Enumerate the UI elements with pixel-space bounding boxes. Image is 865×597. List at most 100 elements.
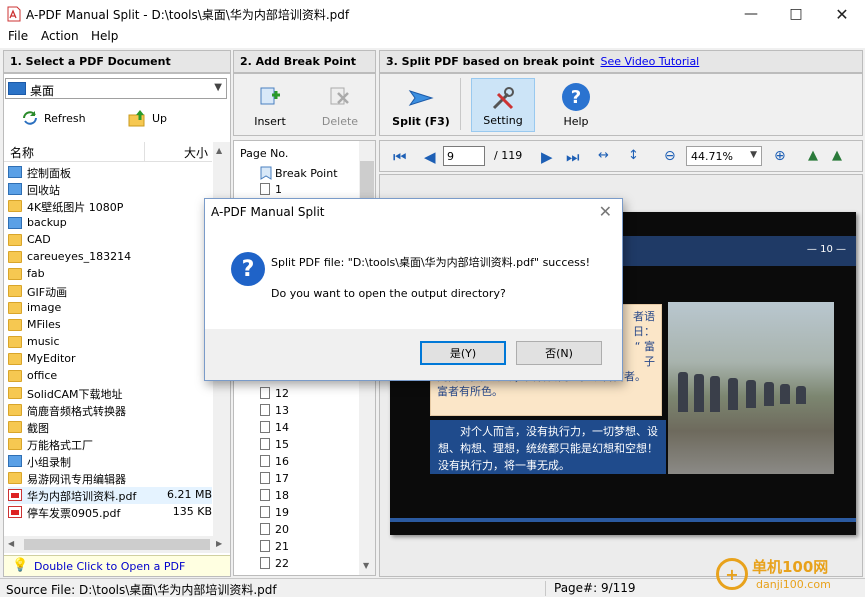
file-list-item[interactable]: office: [8, 368, 212, 385]
file-list-header: 名称 大小: [4, 142, 212, 162]
page-icon: [260, 455, 270, 467]
file-list-item[interactable]: MFiles: [8, 317, 212, 334]
previous-page-icon[interactable]: ◀: [424, 148, 436, 166]
delete-icon: [330, 87, 349, 105]
zoom-select[interactable]: 44.71% ▼: [686, 146, 762, 166]
slide-blue-box: 对个人而言，没有执行力，一切梦想、设 想、构想、理想，统统都只能是幻想和空想！ …: [430, 420, 666, 474]
scroll-down-icon[interactable]: ▼: [363, 561, 369, 570]
page-list-item[interactable]: 19: [260, 506, 289, 523]
close-button[interactable]: ✕: [819, 0, 865, 28]
toolbar-divider: [460, 78, 461, 130]
fit-height-icon[interactable]: ↕: [628, 148, 639, 163]
horizontal-scroll-thumb[interactable]: [24, 539, 210, 550]
video-tutorial-link[interactable]: See Video Tutorial: [600, 55, 699, 68]
last-page-icon[interactable]: ⏭: [566, 148, 580, 166]
file-name: 停车发票0905.pdf: [27, 507, 121, 520]
fit-width-icon[interactable]: ↔: [598, 148, 609, 163]
file-list-item[interactable]: CAD: [8, 232, 212, 249]
column-name[interactable]: 名称: [10, 144, 34, 161]
up-button[interactable]: Up: [128, 108, 167, 128]
help-button[interactable]: ? Help: [548, 78, 604, 132]
page-list-item[interactable]: 20: [260, 523, 289, 540]
scroll-left-icon[interactable]: ◀: [8, 539, 14, 548]
file-list-item[interactable]: 截图: [8, 419, 212, 436]
column-size[interactable]: 大小: [184, 144, 208, 161]
refresh-button[interactable]: Refresh: [20, 109, 86, 127]
file-list-item[interactable]: careueyes_183214: [8, 249, 212, 266]
file-list-item[interactable]: fab: [8, 266, 212, 283]
file-list-horizontal-scrollbar[interactable]: ◀ ▶: [4, 536, 230, 553]
yes-button[interactable]: 是(Y): [420, 341, 506, 365]
split-button[interactable]: Split (F3): [388, 78, 454, 132]
system-folder-icon: [8, 455, 22, 467]
blue-line: 想、构想、理想，统统都只能是幻想和空想！: [438, 442, 658, 455]
dialog-close-icon[interactable]: ✕: [599, 202, 612, 221]
panel1-header: 1. Select a PDF Document: [3, 50, 231, 73]
file-list-item[interactable]: GIF动画: [8, 283, 212, 300]
page-list-item[interactable]: 12: [260, 387, 289, 404]
no-button[interactable]: 否(N): [516, 341, 602, 365]
file-list-item[interactable]: MyEditor: [8, 351, 212, 368]
page-list-item[interactable]: 21: [260, 540, 289, 557]
scroll-right-icon[interactable]: ▶: [216, 539, 222, 548]
page-number-input[interactable]: 9: [443, 146, 485, 166]
minimize-button[interactable]: —: [728, 0, 774, 28]
file-list-item[interactable]: music: [8, 334, 212, 351]
folder-icon: [8, 319, 22, 331]
file-list-item[interactable]: 简鹿音频格式转换器: [8, 402, 212, 419]
page-list-item[interactable]: 15: [260, 438, 289, 455]
file-list-item[interactable]: 控制面板: [8, 164, 212, 181]
refresh-icon: [23, 111, 37, 125]
insert-button[interactable]: Insert: [250, 84, 290, 128]
file-list-item[interactable]: backup: [8, 215, 212, 232]
delete-button[interactable]: Delete: [320, 84, 360, 128]
menu-file[interactable]: File: [8, 29, 28, 43]
maximize-button[interactable]: □: [773, 0, 819, 28]
file-list-item[interactable]: 华为内部培训资料.pdf 6.21 MB: [8, 487, 212, 504]
folder-icon: [8, 370, 22, 382]
file-list-item[interactable]: 回收站: [8, 181, 212, 198]
page-list-item[interactable]: 17: [260, 472, 289, 489]
file-list-item[interactable]: 小组录制: [8, 453, 212, 470]
file-name: careueyes_183214: [27, 250, 132, 263]
bookmark-icon: [260, 166, 272, 180]
zoom-in-icon[interactable]: ⊕: [774, 148, 786, 164]
rotate-right-icon[interactable]: ▲: [832, 148, 842, 163]
file-name: 万能格式工厂: [27, 439, 93, 452]
page-number: 21: [275, 540, 289, 553]
zoom-out-icon[interactable]: ⊖: [664, 148, 676, 164]
file-list-item[interactable]: 万能格式工厂: [8, 436, 212, 453]
file-list-item[interactable]: 4K壁纸图片 1080P: [8, 198, 212, 215]
page-icon: [260, 489, 270, 501]
insert-label: Insert: [254, 115, 286, 128]
menu-help[interactable]: Help: [91, 29, 118, 43]
file-name: 华为内部培训资料.pdf: [27, 490, 137, 503]
file-list-item[interactable]: SolidCAM下载地址: [8, 385, 212, 402]
page-number: 14: [275, 421, 289, 434]
file-name: 易游网讯专用编辑器: [27, 473, 126, 486]
location-dropdown[interactable]: 桌面 ▼: [5, 78, 227, 99]
file-size: 6.21 MB: [166, 488, 212, 501]
page-list-item[interactable]: 18: [260, 489, 289, 506]
file-list-item[interactable]: 易游网讯专用编辑器: [8, 470, 212, 487]
page-list-item[interactable]: 14: [260, 421, 289, 438]
file-name: GIF动画: [27, 286, 68, 299]
rotate-left-icon[interactable]: ▲: [808, 148, 818, 163]
page-icon: [260, 404, 270, 416]
page-icon: [260, 472, 270, 484]
watermark-url: danji100.com: [756, 578, 831, 591]
setting-button[interactable]: Setting: [471, 78, 535, 132]
page-list-item[interactable]: 16: [260, 455, 289, 472]
folder-up-icon: [128, 110, 145, 127]
first-page-icon[interactable]: ⏮: [393, 148, 407, 166]
watermark-logo: + 单机100网 danji100.com: [716, 554, 862, 597]
break-point-node[interactable]: Break Point: [260, 166, 338, 183]
next-page-icon[interactable]: ▶: [541, 148, 553, 166]
file-list-item[interactable]: image: [8, 300, 212, 317]
page-list-item[interactable]: 22: [260, 557, 289, 574]
page-list-item[interactable]: 13: [260, 404, 289, 421]
scroll-up-icon[interactable]: ▲: [216, 146, 222, 155]
file-list-item[interactable]: 停车发票0905.pdf 135 KB: [8, 504, 212, 521]
hint-text: Double Click to Open a PDF: [34, 560, 186, 573]
menu-action[interactable]: Action: [41, 29, 79, 43]
